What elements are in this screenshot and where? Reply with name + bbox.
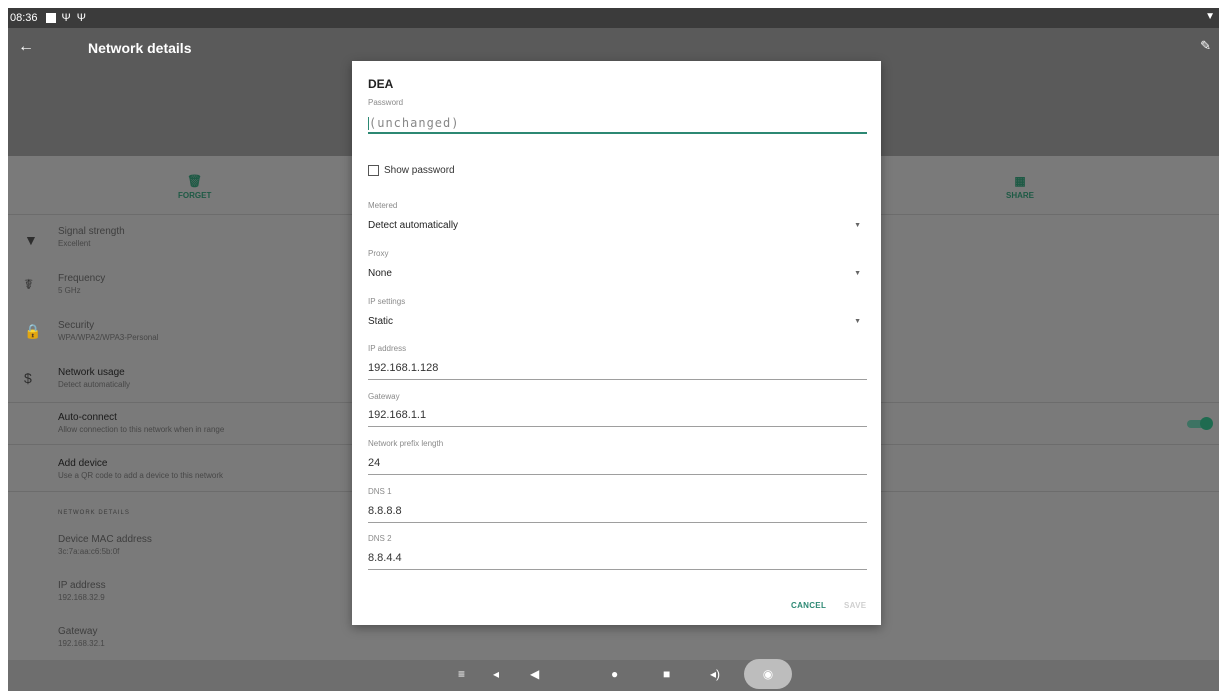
network-config-dialog: DEA Password (unchanged) Show password M… (352, 61, 881, 625)
notification-square-icon (45, 13, 56, 23)
add-device-title: Add device (58, 458, 108, 469)
dropdown-arrow-icon: ▼ (854, 318, 861, 325)
wifi-signal-icon: ▼ (24, 232, 38, 248)
proxy-value: None (368, 268, 392, 279)
metered-select[interactable]: Detect automatically ▼ (368, 220, 867, 234)
dns2-input[interactable]: 8.8.4.4 (368, 550, 867, 570)
password-input[interactable]: (unchanged) (368, 114, 867, 134)
back-triangle-icon[interactable]: ◀ (530, 667, 539, 681)
share-button[interactable]: ▦ SHARE (1006, 174, 1034, 200)
network-usage-title: Network usage (58, 367, 125, 378)
camera-icon[interactable]: ◉ (744, 659, 792, 689)
password-label: Password (368, 98, 404, 107)
proxy-select[interactable]: None ▼ (368, 268, 867, 282)
navigation-bar: ≡ ◂ ◀ ● ■ ◂) ◉ (8, 659, 1219, 691)
usb-icon: Ψ (61, 12, 71, 24)
qr-code-icon: ▦ (1014, 174, 1026, 188)
metered-label: Metered (368, 201, 398, 210)
volume-up-icon[interactable]: ◂) (710, 667, 720, 681)
security-value: WPA/WPA2/WPA3-Personal (58, 333, 159, 342)
save-button[interactable]: SAVE (844, 601, 866, 610)
forget-button[interactable]: 🗑 FORGET (178, 174, 211, 200)
forget-label: FORGET (178, 191, 212, 200)
security-title: Security (58, 320, 95, 331)
antenna-icon: ☤ (24, 276, 34, 292)
dollar-icon: $ (24, 370, 32, 386)
volume-down-icon[interactable]: ◂ (493, 667, 499, 681)
page-title: Network details (88, 40, 192, 56)
gateway-value: 192.168.32.1 (58, 639, 105, 648)
dns1-input[interactable]: 8.8.8.8 (368, 503, 867, 523)
trash-icon: 🗑 (187, 174, 203, 188)
mac-address-value: 3c:7a:aa:c6:5b:0f (58, 547, 120, 556)
collapse-icon[interactable]: ≡ (458, 667, 465, 681)
usb-icon: Ψ (76, 12, 86, 24)
dns2-label: DNS 2 (368, 534, 392, 543)
prefix-length-input[interactable]: 24 (368, 455, 867, 475)
recents-square-icon[interactable]: ■ (663, 667, 670, 681)
frequency-value: 5 GHz (58, 286, 81, 295)
arrow-back-icon[interactable]: ← (18, 38, 34, 56)
cancel-button[interactable]: CANCEL (791, 601, 826, 610)
lock-icon: 🔒 (24, 323, 42, 339)
ip-address-title: IP address (58, 580, 106, 591)
gateway-title: Gateway (58, 626, 98, 637)
network-usage-value: Detect automatically (58, 380, 131, 389)
signal-strength-title: Signal strength (58, 226, 125, 237)
gateway-input[interactable]: 192.168.1.1 (368, 407, 867, 427)
ip-address-input[interactable]: 192.168.1.128 (368, 360, 867, 380)
auto-connect-toggle[interactable] (1187, 417, 1213, 430)
mac-address-title: Device MAC address (58, 534, 152, 545)
dns1-label: DNS 1 (368, 487, 392, 496)
pencil-icon[interactable]: ✎ (1200, 38, 1211, 54)
ip-settings-select[interactable]: Static ▼ (368, 316, 867, 330)
ip-address-value: 192.168.32.9 (58, 593, 105, 602)
auto-connect-desc: Allow connection to this network when in… (58, 425, 225, 434)
checkbox-box (368, 165, 379, 176)
proxy-label: Proxy (368, 249, 389, 258)
wifi-status-icon: ▼ (1205, 11, 1215, 22)
auto-connect-title: Auto-connect (58, 412, 117, 423)
add-device-desc: Use a QR code to add a device to this ne… (58, 471, 223, 480)
show-password-label: Show password (384, 165, 455, 176)
dropdown-arrow-icon: ▼ (854, 222, 861, 229)
section-title: NETWORK DETAILS (58, 510, 130, 516)
password-placeholder: (unchanged) (369, 116, 460, 130)
frequency-title: Frequency (58, 273, 106, 284)
ip-address-field-label: IP address (368, 344, 407, 353)
dropdown-arrow-icon: ▼ (854, 270, 861, 277)
ip-settings-value: Static (368, 316, 394, 327)
show-password-checkbox[interactable]: Show password (368, 165, 455, 176)
share-label: SHARE (1006, 191, 1035, 200)
prefix-length-label: Network prefix length (368, 439, 444, 448)
signal-strength-value: Excellent (58, 239, 91, 248)
status-bar: 08:36 Ψ Ψ ▼ (8, 8, 1219, 28)
metered-value: Detect automatically (368, 220, 459, 231)
status-time: 08:36 (10, 12, 38, 24)
dialog-title: DEA (368, 77, 394, 91)
gateway-field-label: Gateway (368, 392, 400, 401)
toggle-knob (1200, 417, 1213, 430)
home-circle-icon[interactable]: ● (611, 667, 618, 681)
ip-settings-label: IP settings (368, 297, 406, 306)
